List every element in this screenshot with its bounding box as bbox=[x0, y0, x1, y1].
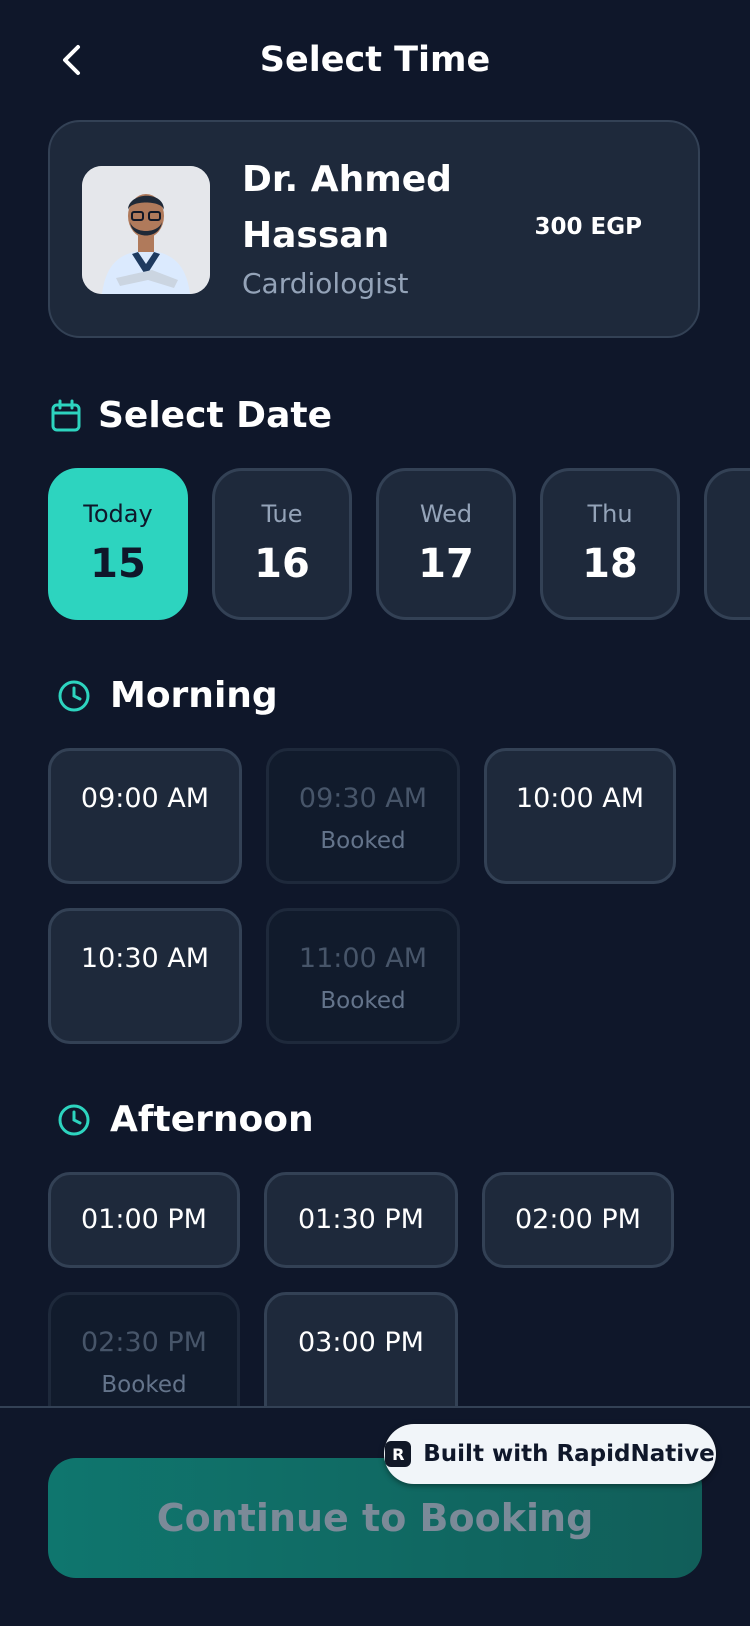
date-number: 17 bbox=[418, 541, 474, 587]
slot-booked-label: Booked bbox=[320, 828, 406, 854]
date-item-today[interactable]: Today 15 bbox=[48, 468, 188, 620]
slot-1100am: 11:00 AM Booked bbox=[266, 908, 460, 1044]
slot-time: 01:00 PM bbox=[81, 1204, 207, 1235]
header: Select Time bbox=[0, 0, 750, 122]
date-number: 16 bbox=[254, 541, 310, 587]
slot-time: 01:30 PM bbox=[298, 1204, 424, 1235]
clock-icon bbox=[56, 1102, 92, 1138]
morning-title: Morning bbox=[110, 675, 278, 716]
built-with-badge[interactable]: R Built with RapidNative bbox=[384, 1424, 716, 1484]
afternoon-heading: Afternoon bbox=[56, 1096, 314, 1144]
date-item-thu[interactable]: Thu 18 bbox=[540, 468, 680, 620]
select-date-title: Select Date bbox=[98, 395, 332, 436]
calendar-icon bbox=[48, 398, 84, 434]
date-number: 18 bbox=[582, 541, 638, 587]
badge-label: Built with RapidNative bbox=[423, 1441, 715, 1467]
date-item-next[interactable] bbox=[704, 468, 750, 620]
slot-time: 10:00 AM bbox=[515, 783, 645, 814]
doctor-specialty: Cardiologist bbox=[242, 267, 409, 300]
slot-time: 09:30 AM bbox=[298, 783, 428, 814]
date-day: Today bbox=[83, 500, 153, 528]
rapidnative-logo-icon: R bbox=[385, 1441, 412, 1467]
slot-time: 02:30 PM bbox=[81, 1327, 207, 1358]
slot-time: 09:00 AM bbox=[80, 783, 210, 814]
slot-0930am: 09:30 AM Booked bbox=[266, 748, 460, 884]
select-date-heading: Select Date bbox=[48, 392, 332, 440]
date-item-tue[interactable]: Tue 16 bbox=[212, 468, 352, 620]
slot-0100pm[interactable]: 01:00 PM bbox=[48, 1172, 240, 1268]
doctor-price: 300 EGP bbox=[534, 214, 642, 240]
slot-0130pm[interactable]: 01:30 PM bbox=[264, 1172, 458, 1268]
doctor-card: Dr. Ahmed Hassan Cardiologist 300 EGP bbox=[48, 120, 700, 338]
afternoon-title: Afternoon bbox=[110, 1099, 314, 1140]
date-number: 15 bbox=[90, 541, 146, 587]
slot-time: 02:00 PM bbox=[515, 1204, 641, 1235]
doctor-name: Dr. Ahmed Hassan bbox=[242, 159, 452, 256]
date-day: Tue bbox=[261, 500, 303, 528]
doctor-avatar bbox=[82, 166, 210, 294]
slot-time: 03:00 PM bbox=[298, 1327, 424, 1358]
clock-icon bbox=[56, 678, 92, 714]
slot-time: 11:00 AM bbox=[298, 943, 428, 974]
slot-time: 10:30 AM bbox=[80, 943, 210, 974]
date-scroller[interactable]: Today 15 Tue 16 Wed 17 Thu 18 bbox=[48, 468, 750, 620]
date-item-wed[interactable]: Wed 17 bbox=[376, 468, 516, 620]
slot-booked-label: Booked bbox=[101, 1372, 187, 1398]
date-day: Thu bbox=[587, 500, 633, 528]
slot-1030am[interactable]: 10:30 AM bbox=[48, 908, 242, 1044]
slot-0900am[interactable]: 09:00 AM bbox=[48, 748, 242, 884]
page-title: Select Time bbox=[259, 40, 491, 80]
slot-1000am[interactable]: 10:00 AM bbox=[484, 748, 676, 884]
morning-heading: Morning bbox=[56, 672, 278, 720]
slot-0200pm[interactable]: 02:00 PM bbox=[482, 1172, 674, 1268]
slot-booked-label: Booked bbox=[320, 988, 406, 1014]
date-day: Wed bbox=[419, 500, 473, 528]
